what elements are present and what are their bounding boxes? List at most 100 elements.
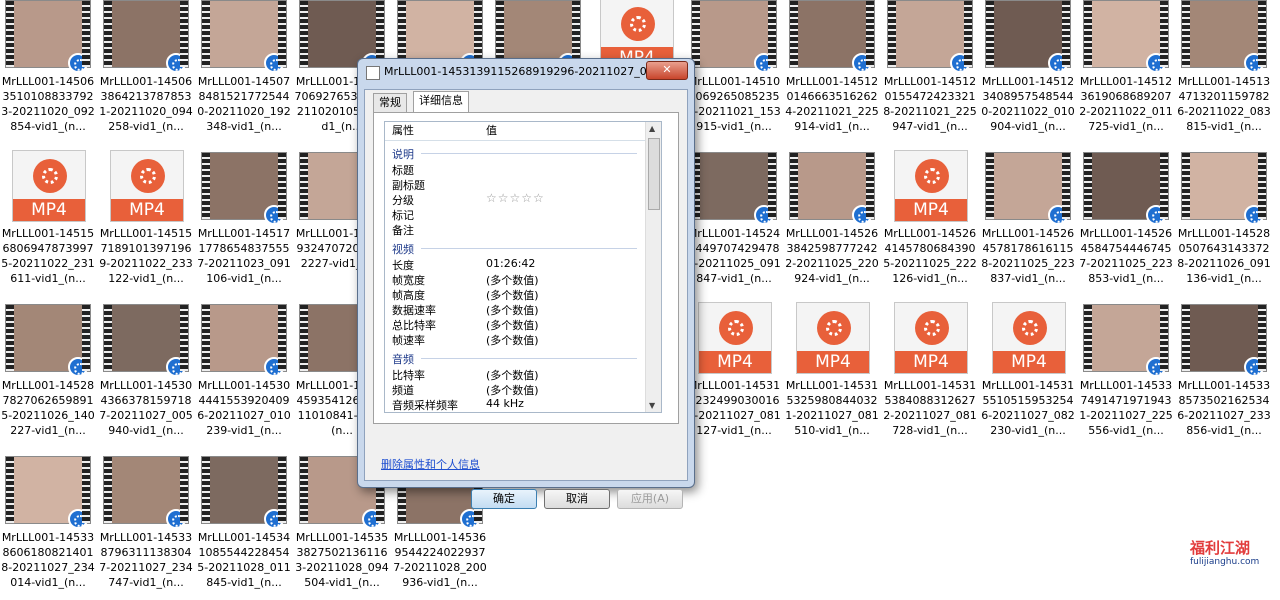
file-tile[interactable]: MrLLL001-1451717786548375557-20211023_09… xyxy=(196,150,292,296)
file-tile[interactable]: MrLLL001-1451201466635162624-20211021_22… xyxy=(784,0,880,144)
file-name: MrLLL001-1451234089575485440-20211022_01… xyxy=(981,75,1075,133)
file-icon xyxy=(366,66,380,80)
player-badge-icon xyxy=(1146,53,1166,73)
property-label[interactable]: 频道 xyxy=(392,382,414,398)
property-label[interactable]: 音频采样频率 xyxy=(392,397,458,412)
player-badge-icon xyxy=(852,53,872,73)
property-label[interactable]: 帧宽度 xyxy=(392,272,425,288)
video-thumbnail xyxy=(985,0,1071,73)
player-badge-icon xyxy=(754,205,774,225)
property-label[interactable]: 标题 xyxy=(392,162,414,178)
player-logo-icon xyxy=(33,159,67,193)
mp4-label: MP4 xyxy=(13,199,85,221)
player-logo-icon xyxy=(131,159,165,193)
close-button[interactable]: ✕ xyxy=(646,61,688,80)
group-divider xyxy=(421,153,637,154)
file-name: MrLLL001-1451090692650852359-20211021_15… xyxy=(687,75,781,133)
property-label[interactable]: 数据速率 xyxy=(392,302,436,318)
file-tile[interactable]: MrLLL001-1451201554724233218-20211021_22… xyxy=(882,0,978,144)
rating-stars-icon[interactable]: ☆☆☆☆☆ xyxy=(486,191,545,205)
file-name: MrLLL001-1453153840883126272-20211027_08… xyxy=(883,379,977,437)
file-tile[interactable]: MrLLL001-1450784815217725440-20211020_19… xyxy=(196,0,292,144)
cancel-button[interactable]: 取消 xyxy=(544,489,610,509)
mp4-file-icon: MP4 xyxy=(894,150,968,222)
file-tile[interactable]: MP4 MrLLL001-1453152324990300160-20211027… xyxy=(686,302,782,448)
file-tile[interactable]: MP4 MrLLL001-1453155105159532546-20211027… xyxy=(980,302,1076,448)
property-label[interactable]: 副标题 xyxy=(392,177,425,193)
player-badge-icon xyxy=(1048,53,1068,73)
file-tile[interactable]: MP4 MrLLL001-1453153840883126272-20211027… xyxy=(882,302,978,448)
header-value[interactable]: 值 xyxy=(486,122,497,140)
player-badge-icon xyxy=(166,357,186,377)
tab-general[interactable]: 常规 xyxy=(373,93,407,112)
video-thumbnail xyxy=(985,152,1071,225)
property-label[interactable]: 总比特率 xyxy=(392,317,436,333)
file-name: MrLLL001-1453155105159532546-20211027_08… xyxy=(981,379,1075,437)
file-tile[interactable]: MP4 MrLLL001-1452641457806843905-20211025… xyxy=(882,150,978,296)
file-name: MrLLL001-1452645847544467457-20211025_22… xyxy=(1079,227,1173,285)
video-thumbnail xyxy=(887,0,973,73)
property-label[interactable]: 长度 xyxy=(392,257,414,273)
file-tile[interactable]: MrLLL001-1453043663781597187-20211027_00… xyxy=(98,302,194,448)
watermark-title: 福利江湖 xyxy=(1190,539,1251,557)
property-label[interactable]: 帧高度 xyxy=(392,287,425,303)
property-label[interactable]: 帧速率 xyxy=(392,332,425,348)
file-tile[interactable]: MrLLL001-1452878270626598915-20211026_14… xyxy=(0,302,96,448)
apply-button[interactable]: 应用(A) xyxy=(617,489,683,509)
file-tile[interactable]: MP4 MrLLL001-1451571891013971969-20211022… xyxy=(98,150,194,296)
file-tile[interactable]: MP4 MrLLL001-1453153259808440321-20211027… xyxy=(784,302,880,448)
scroll-up-icon[interactable]: ▲ xyxy=(649,124,655,133)
player-badge-icon xyxy=(1244,357,1264,377)
property-label[interactable]: 标记 xyxy=(392,207,414,223)
video-thumbnail xyxy=(5,456,91,529)
remove-properties-link[interactable]: 删除属性和个人信息 xyxy=(381,456,480,472)
video-thumbnail xyxy=(201,0,287,73)
file-tile[interactable]: MrLLL001-1453374914719719431-20211027_22… xyxy=(1078,302,1174,448)
file-tile[interactable]: MrLLL001-1452645781786161158-20211025_22… xyxy=(980,150,1076,296)
property-label[interactable]: 比特率 xyxy=(392,367,425,383)
mp4-file-icon: MP4 xyxy=(894,302,968,374)
video-thumbnail xyxy=(1083,304,1169,377)
file-tile[interactable]: MrLLL001-1450635101088337923-20211020_09… xyxy=(0,0,96,144)
tab-details[interactable]: 详细信息 xyxy=(413,91,469,113)
file-tile[interactable]: MrLLL001-1452444497074294784-20211025_09… xyxy=(686,150,782,296)
header-property[interactable]: 属性 xyxy=(392,122,414,140)
player-logo-icon xyxy=(719,311,753,345)
ok-button[interactable]: 确定 xyxy=(471,489,537,509)
file-tile[interactable]: MrLLL001-1451347132011597826-20211022_08… xyxy=(1176,0,1272,144)
file-tile[interactable]: MrLLL001-1451234089575485440-20211022_01… xyxy=(980,0,1076,144)
file-tile[interactable]: MrLLL001-1450638642137878531-20211020_09… xyxy=(98,0,194,144)
video-thumbnail xyxy=(201,304,287,377)
details-panel: 属性 值 ▲ ▼ 说明 标题 副标题 分级 ☆☆☆☆☆ 标记 备注 视频 长度 01:26:42 帧… xyxy=(373,112,679,424)
file-name: MrLLL001-1453410855442284545-20211028_01… xyxy=(197,531,291,589)
property-label[interactable]: 备注 xyxy=(392,222,414,238)
scrollbar[interactable]: ▲ ▼ xyxy=(645,122,661,412)
file-tile[interactable]: MrLLL001-1452638425987772422-20211025_22… xyxy=(784,150,880,296)
file-tile[interactable]: MrLLL001-1453410855442284545-20211028_01… xyxy=(196,454,292,600)
player-logo-icon xyxy=(1013,311,1047,345)
file-tile[interactable]: MrLLL001-1452645847544467457-20211025_22… xyxy=(1078,150,1174,296)
property-value: (多个数值) xyxy=(486,319,539,332)
file-tile[interactable]: MrLLL001-1453387963111383047-20211027_23… xyxy=(98,454,194,600)
scroll-down-icon[interactable]: ▼ xyxy=(649,401,655,410)
player-badge-icon xyxy=(1244,205,1264,225)
file-tile[interactable]: MrLLL001-1453385735021625346-20211027_23… xyxy=(1176,302,1272,448)
property-label[interactable]: 分级 xyxy=(392,192,414,208)
video-thumbnail xyxy=(789,152,875,225)
group-divider xyxy=(421,248,637,249)
mp4-label: MP4 xyxy=(699,351,771,373)
file-name: MrLLL001-1453386061808214018-20211027_23… xyxy=(1,531,95,589)
player-badge-icon xyxy=(166,509,186,529)
video-thumbnail xyxy=(691,152,777,225)
file-tile[interactable]: MrLLL001-1452805076431433728-20211026_09… xyxy=(1176,150,1272,296)
file-tile[interactable]: MrLLL001-1451090692650852359-20211021_15… xyxy=(686,0,782,144)
scroll-thumb[interactable] xyxy=(648,138,660,210)
file-tile[interactable]: MrLLL001-1453386061808214018-20211027_23… xyxy=(0,454,96,600)
file-tile[interactable]: MP4 MrLLL001-1451568069478739975-20211022… xyxy=(0,150,96,296)
file-tile[interactable]: MrLLL001-1453044415539204096-20211027_01… xyxy=(196,302,292,448)
file-name: MrLLL001-1452638425987772422-20211025_22… xyxy=(785,227,879,285)
file-name: MrLLL001-1453044415539204096-20211027_01… xyxy=(197,379,291,437)
file-tile[interactable]: MrLLL001-1451236190686892072-20211022_01… xyxy=(1078,0,1174,144)
file-name: MrLLL001-1453387963111383047-20211027_23… xyxy=(99,531,193,589)
mp4-file-icon: MP4 xyxy=(698,302,772,374)
